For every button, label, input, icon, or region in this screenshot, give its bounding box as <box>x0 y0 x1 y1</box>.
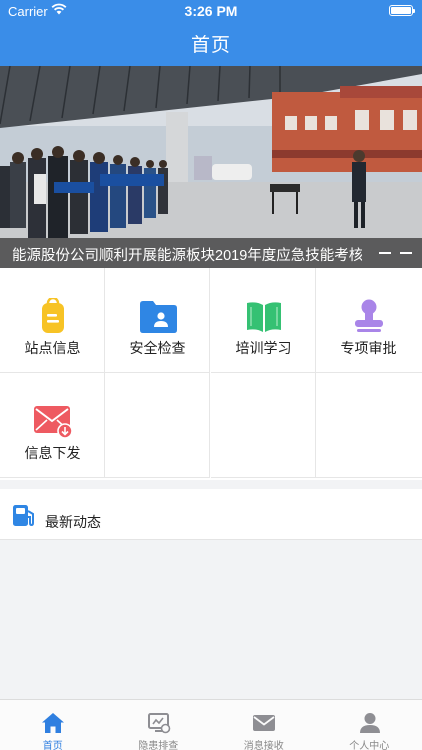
latest-news-header[interactable]: 最新动态 <box>0 489 422 540</box>
menu-item-label: 安全检查 <box>129 340 186 356</box>
banner-caption-text: 能源股份公司顺利开展能源板块2019年度应急技能考核 <box>12 248 362 264</box>
mail-download-icon <box>31 403 75 439</box>
bottom-tab-bar: 首页 隐患排查 消息接收 个人中心 <box>0 699 422 750</box>
empty-cell <box>105 373 210 478</box>
header-bar: Carrier 3:26 PM 首页 <box>0 0 422 66</box>
tab-label: 消息接收 <box>243 741 284 750</box>
menu-item-label: 专项审批 <box>340 340 397 356</box>
status-time: 3:26 PM <box>184 3 238 19</box>
page-title: 首页 <box>190 35 231 56</box>
empty-cell <box>316 373 422 478</box>
tab-label: 首页 <box>42 741 63 750</box>
station-tag-icon <box>31 298 75 334</box>
menu-item-safety-check[interactable]: 安全检查 <box>105 268 210 373</box>
page-dot[interactable] <box>400 252 412 254</box>
home-icon <box>42 713 64 733</box>
tab-hazard-check[interactable]: 隐患排查 <box>106 700 212 750</box>
menu-item-label: 信息下发 <box>24 445 81 461</box>
status-bar: Carrier 3:26 PM <box>0 0 422 22</box>
page-dot[interactable] <box>379 252 391 254</box>
fuel-pump-icon <box>13 505 34 527</box>
latest-news-title: 最新动态 <box>45 514 101 530</box>
open-book-icon <box>242 298 286 334</box>
tab-profile[interactable]: 个人中心 <box>317 700 422 750</box>
menu-item-training[interactable]: 培训学习 <box>211 268 316 373</box>
banner-caption: 能源股份公司顺利开展能源板块2019年度应急技能考核 <box>0 238 422 268</box>
empty-cell <box>211 373 316 478</box>
banner-carousel[interactable]: 能源股份公司顺利开展能源板块2019年度应急技能考核 <box>0 66 422 268</box>
folder-user-icon <box>136 298 180 334</box>
envelope-icon <box>253 715 275 731</box>
battery-icon <box>389 5 415 16</box>
menu-item-info-dispatch[interactable]: 信息下发 <box>0 373 105 478</box>
hazard-monitor-icon <box>147 713 170 734</box>
tab-label: 隐患排查 <box>138 741 179 750</box>
approval-stamp-icon <box>347 298 391 334</box>
banner-page-indicator[interactable] <box>370 252 412 255</box>
tab-label: 个人中心 <box>349 741 390 750</box>
menu-item-special-approval[interactable]: 专项审批 <box>316 268 422 373</box>
tab-messages[interactable]: 消息接收 <box>211 700 317 750</box>
tab-home[interactable]: 首页 <box>0 700 106 750</box>
menu-item-label: 站点信息 <box>24 340 81 356</box>
function-menu-grid: 站点信息 安全检查 培训学习 专项审批 信息下发 <box>0 268 422 480</box>
menu-item-label: 培训学习 <box>235 340 292 356</box>
menu-item-station-info[interactable]: 站点信息 <box>0 268 105 373</box>
person-icon <box>359 713 380 733</box>
